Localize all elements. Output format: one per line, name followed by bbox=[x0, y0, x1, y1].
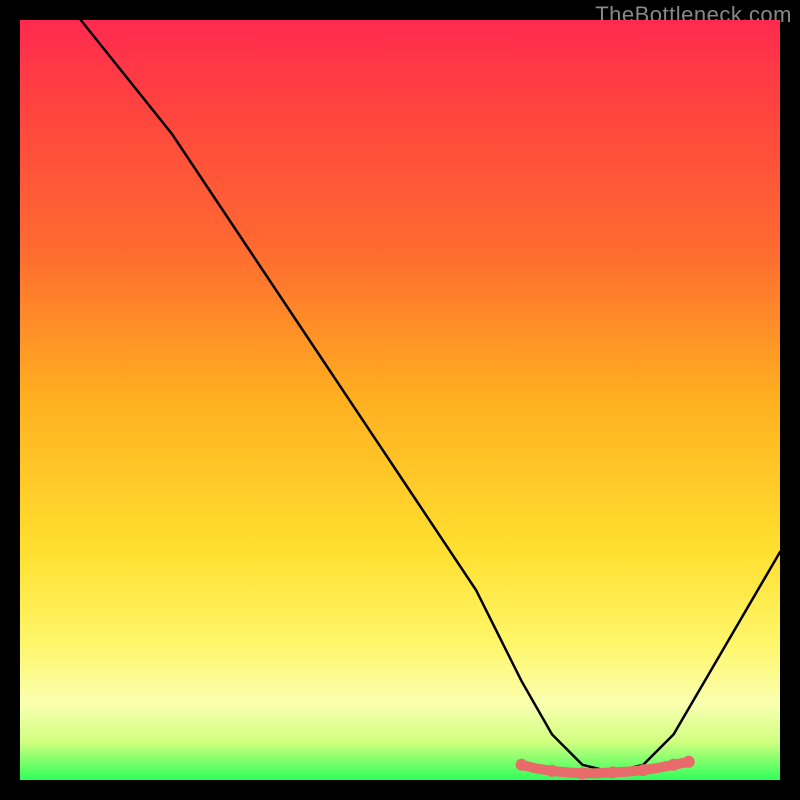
plot-area bbox=[20, 20, 780, 780]
optimal-marker bbox=[516, 759, 528, 771]
optimal-marker bbox=[637, 764, 649, 776]
chart-container: TheBottleneck.com bbox=[0, 0, 800, 800]
bottleneck-curve bbox=[81, 20, 780, 772]
chart-overlay bbox=[20, 20, 780, 780]
optimal-marker bbox=[683, 756, 695, 768]
optimal-marker bbox=[607, 766, 619, 778]
optimal-marker bbox=[668, 759, 680, 771]
optimal-marker bbox=[576, 767, 588, 779]
optimal-marker bbox=[546, 765, 558, 777]
